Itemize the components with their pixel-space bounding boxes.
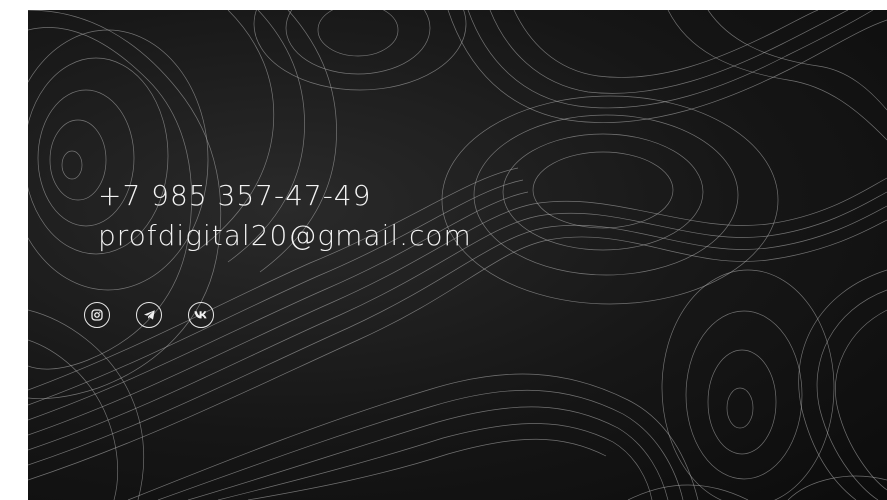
telegram-icon	[143, 310, 155, 320]
telegram-button[interactable]	[136, 302, 162, 328]
social-links	[84, 302, 214, 328]
contact-info: +7 985 357-47-49 profdigital20@gmail.com	[98, 176, 472, 256]
instagram-button[interactable]	[84, 302, 110, 328]
vk-icon	[194, 311, 207, 319]
contact-section: +7 985 357-47-49 profdigital20@gmail.com	[28, 10, 887, 500]
vk-button[interactable]	[188, 302, 214, 328]
instagram-icon	[91, 309, 103, 321]
email-link[interactable]: profdigital20@gmail.com	[98, 216, 472, 256]
phone-link[interactable]: +7 985 357-47-49	[98, 176, 472, 216]
